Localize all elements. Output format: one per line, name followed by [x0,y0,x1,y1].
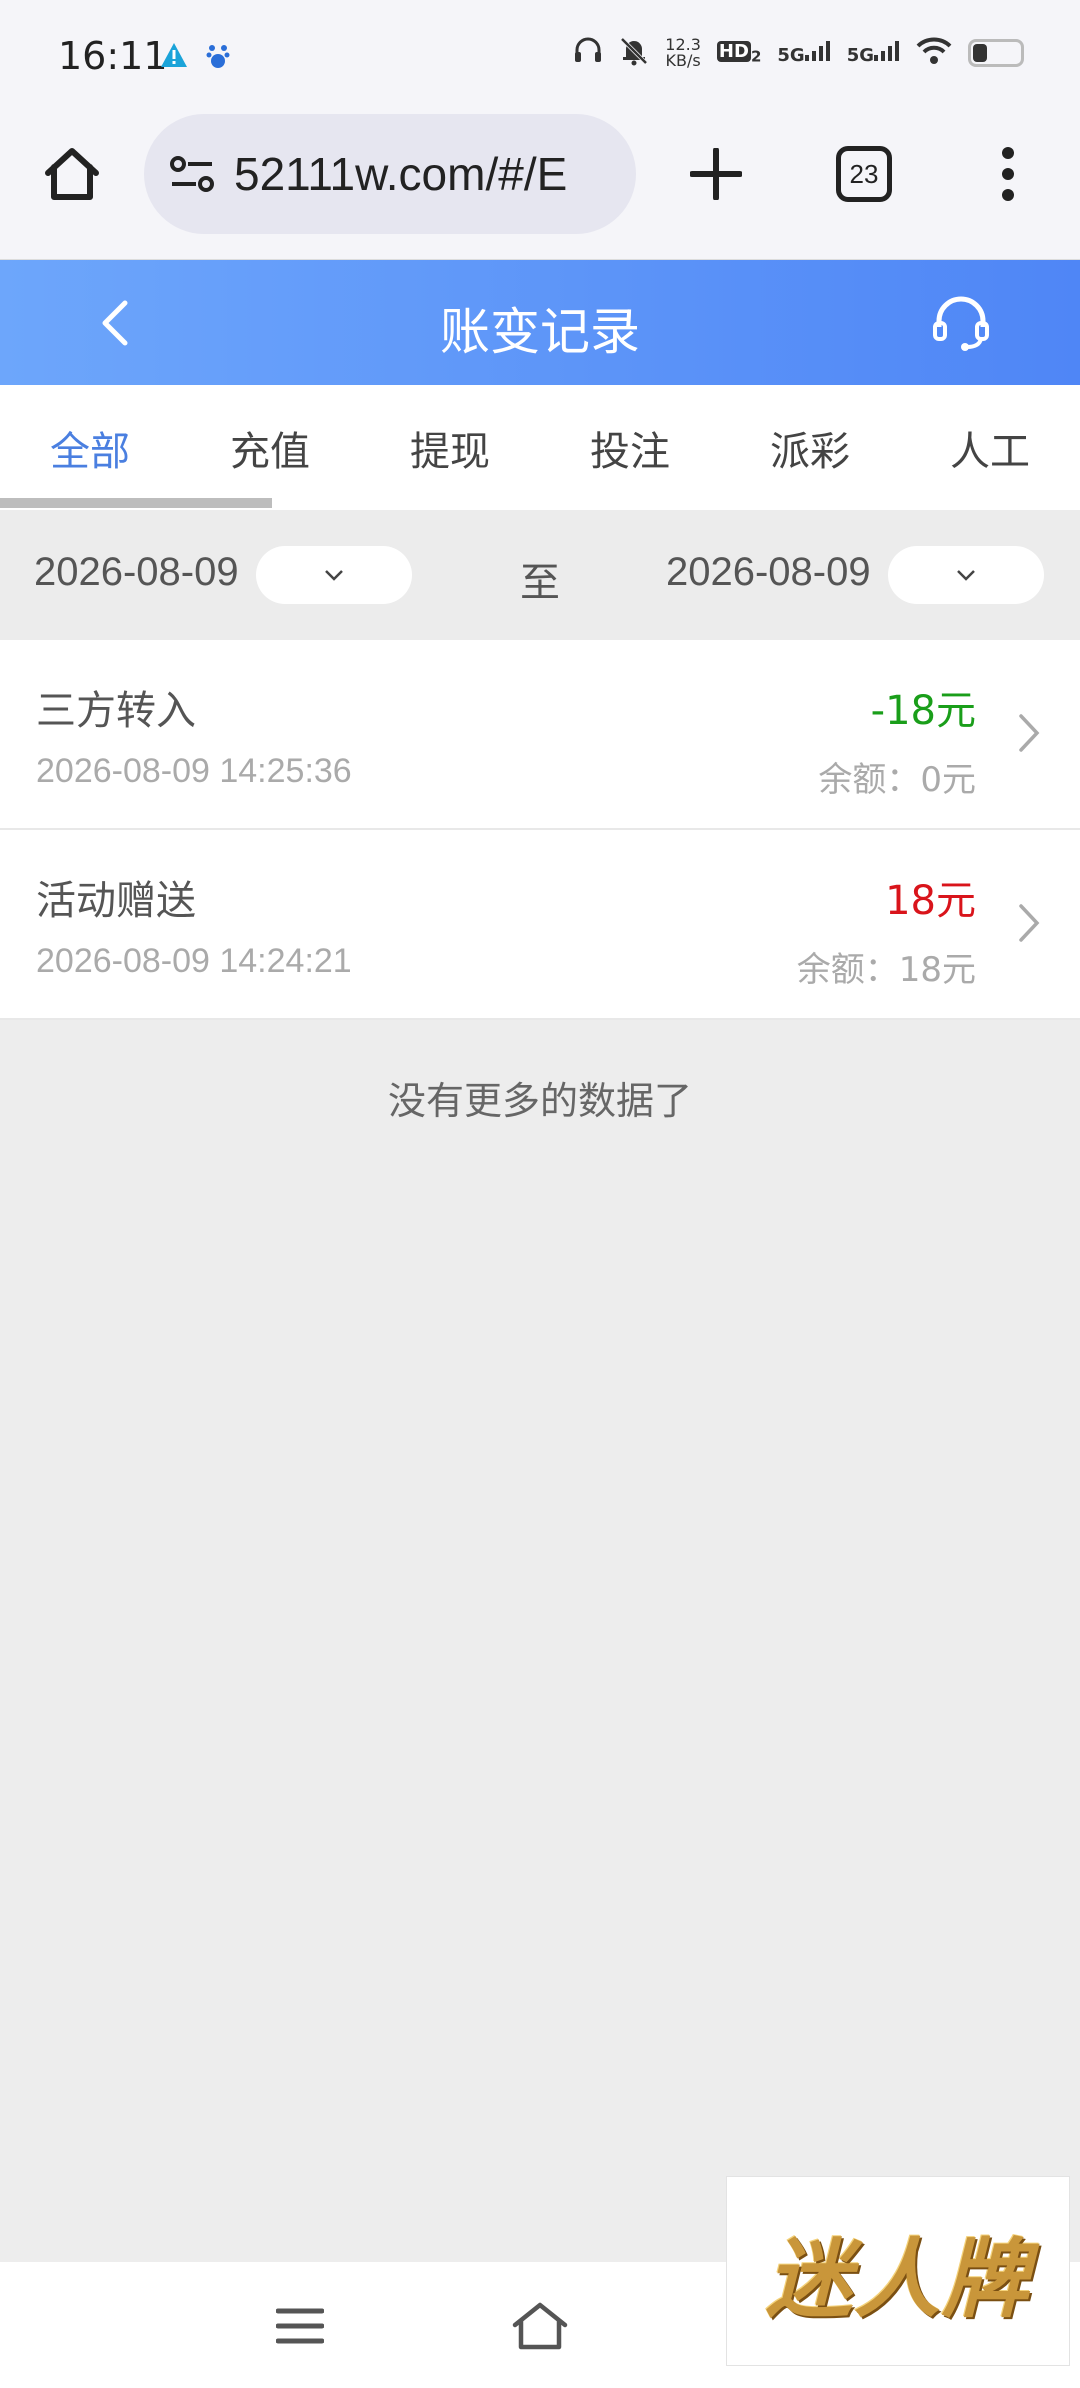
browser-menu-button[interactable] [978,138,1038,210]
tab-all[interactable]: 全部 [0,385,180,510]
record-amount: 18元 [885,878,976,924]
paw-icon [206,42,230,74]
site-settings-icon[interactable] [164,146,220,202]
signal-icon: 5G [777,40,830,66]
status-time: 16:11 [58,34,168,78]
date-filter: 2026-08-09 至 2026-08-09 [0,510,1080,640]
chevron-down-icon [325,570,343,581]
mute-bell-icon [619,36,649,70]
page-title: 账变记录 [440,303,640,361]
record-type-tabs: 全部 充值 提现 投注 派彩 人工 [0,385,1080,510]
start-date[interactable]: 2026-08-09 [34,550,239,595]
watermark-text: 迷人牌 [766,2228,1030,2330]
record-balance: 余额：18元 [796,950,976,990]
page-header: 账变记录 [0,260,1080,385]
menu-icon [276,2308,324,2344]
signal-icon: 5G [847,40,900,66]
address-bar[interactable]: 52111w.com/#/E [144,114,636,234]
tab-manual[interactable]: 人工 [900,385,1080,510]
hd-badge: HD 2 [716,40,762,66]
tab-bet[interactable]: 投注 [540,385,720,510]
home-icon [45,148,99,200]
home-icon [512,2302,568,2350]
record-amount: -18元 [870,688,976,734]
customer-service-button[interactable] [926,288,996,358]
system-home-button[interactable] [508,2296,572,2356]
tab-recharge[interactable]: 充值 [180,385,360,510]
start-date-dropdown[interactable] [256,546,412,604]
chevron-down-icon [957,570,975,581]
warning-icon [160,42,188,74]
new-tab-button[interactable] [680,138,752,210]
date-separator: 至 [520,560,560,606]
battery-icon [968,39,1024,67]
headset-icon [933,296,989,351]
url-text: 52111w.com/#/E [234,148,568,200]
tab-withdraw[interactable]: 提现 [360,385,540,510]
net-speed: 12.3 KB/s [665,35,701,70]
status-bar: 16:11 12.3 KB/s HD 2 5G 5G [0,0,1080,110]
end-date[interactable]: 2026-08-09 [666,550,871,595]
list-item[interactable]: 三方转入 2026-08-09 14:25:36 -18元 余额：0元 [0,640,1080,830]
tab-switcher-button[interactable]: 23 [836,146,892,202]
tab-indicator [0,498,272,508]
plus-icon [690,148,742,200]
record-list: 三方转入 2026-08-09 14:25:36 -18元 余额：0元 活动赠送… [0,640,1080,1020]
more-vertical-icon [1002,147,1014,201]
record-balance: 余额：0元 [818,760,976,800]
chevron-right-icon [1014,708,1044,758]
tab-payout[interactable]: 派彩 [720,385,900,510]
list-item[interactable]: 活动赠送 2026-08-09 14:24:21 18元 余额：18元 [0,830,1080,1020]
end-date-dropdown[interactable] [888,546,1044,604]
headphone-icon [573,36,603,70]
browser-toolbar: 52111w.com/#/E 23 [0,110,1080,260]
wifi-icon [916,37,952,69]
record-title: 活动赠送 [36,878,196,924]
browser-home-button[interactable] [36,138,108,210]
recent-apps-button[interactable] [270,2298,330,2354]
chevron-right-icon [1014,898,1044,948]
record-title: 三方转入 [36,688,196,734]
watermark-logo: 迷人牌 [726,2176,1070,2366]
record-time: 2026-08-09 14:25:36 [36,752,352,790]
record-time: 2026-08-09 14:24:21 [36,942,352,980]
no-more-data-text: 没有更多的数据了 [387,1079,692,1123]
